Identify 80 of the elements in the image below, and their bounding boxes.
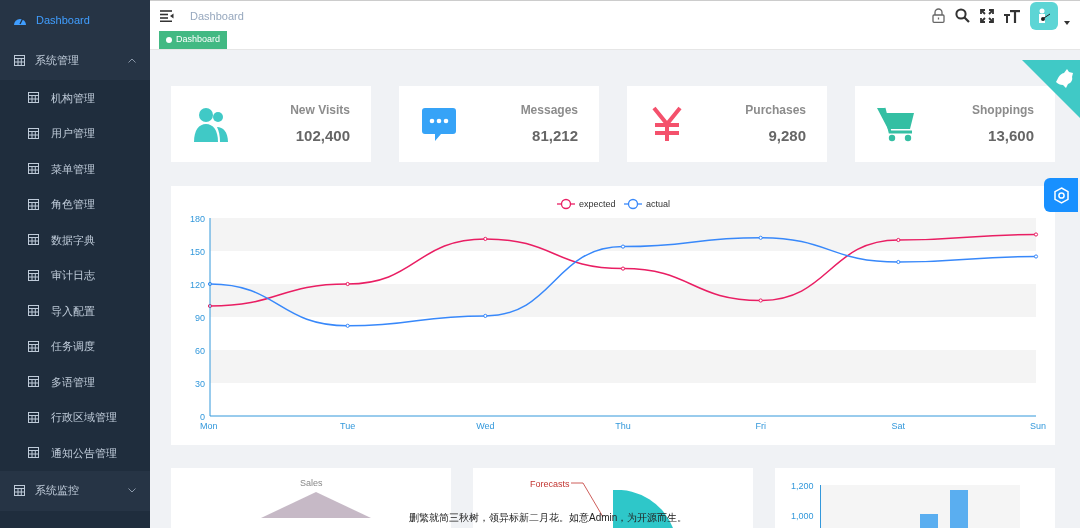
data-point [620,244,626,249]
axis-label: 1,000 [791,510,814,523]
stat-label: New Visits [290,101,350,119]
stat-label: Shoppings [972,101,1034,119]
data-point [207,303,213,309]
table-icon [28,411,39,423]
stat-card[interactable]: Shoppings 13,600 [855,86,1055,162]
tick-label: 60 [195,345,205,356]
stat-value: 13,600 [988,125,1034,146]
table-icon [28,234,39,246]
search-icon[interactable] [955,8,970,24]
lock-icon[interactable] [932,8,945,24]
table-icon [28,340,39,352]
chat-bubble-icon [421,106,457,142]
menu-group[interactable]: 系统监控 [0,470,150,511]
tick-label: 150 [189,246,205,257]
chart-title: Sales [300,477,323,490]
stat-card[interactable]: Purchases 9,280 [627,86,827,162]
data-point [483,236,488,241]
data-point [207,281,213,287]
axis-label: 1,200 [791,480,814,493]
caret-icon[interactable] [1064,20,1070,25]
tick-label: Wed [476,421,495,431]
table-icon [14,485,25,496]
menu-item[interactable]: Dashboard [0,0,150,40]
menu-icon[interactable] [160,9,174,22]
stat-label: Messages [520,101,578,119]
table-icon [28,376,39,388]
legend-label: actual [646,199,671,209]
figure-icon [1037,7,1051,24]
stat-value: 9,280 [768,125,806,146]
font-size-icon[interactable] [1004,8,1020,23]
chevron-down-icon [128,488,136,493]
tick-label: Tue [340,421,356,431]
tick-label: 120 [189,279,205,290]
data-point [345,323,350,328]
settings-button[interactable] [1044,178,1078,212]
table-icon [28,198,39,210]
stat-label: Purchases [745,101,806,119]
tick-label: Fri [755,421,766,431]
stat-card[interactable]: New Visits 102,400 [171,86,371,162]
table-icon [14,54,25,66]
chevron-up-icon [128,57,136,63]
table-icon [28,305,39,317]
data-point [896,237,901,243]
legend-marker[interactable] [556,198,576,210]
tick-label: Thu [615,421,631,431]
tick-label: 90 [195,312,205,323]
table-icon [28,127,39,139]
tick-label: Mon [200,421,218,431]
pie-label: Forecasts [530,478,570,491]
data-point [345,281,350,287]
data-point [620,266,626,271]
tick-label: 180 [189,213,205,224]
fullscreen-icon[interactable] [980,8,994,23]
legend-label: expected [579,199,616,209]
tick-label: Sun [1030,421,1046,431]
user-avatar[interactable] [1030,1,1058,30]
table-icon [28,92,39,104]
breadcrumb: Dashboard [190,8,244,24]
table-icon [28,269,39,281]
legend-marker[interactable] [623,198,643,210]
cart-icon [877,106,915,142]
data-point [483,313,488,318]
stat-value: 81,212 [532,125,578,146]
data-point [1033,254,1039,259]
data-point [896,259,901,265]
stat-value: 102,400 [295,125,350,146]
table-icon [28,447,39,459]
tick-label: 30 [195,378,205,389]
data-point [758,298,763,303]
stat-card[interactable]: Messages 81,212 [399,86,599,162]
tick-label: Sat [891,421,906,431]
people-icon [193,106,229,142]
tick-label: 0 [200,411,205,422]
data-point [758,235,763,240]
data-point [1033,232,1039,237]
menu-group[interactable]: 系统管理 [0,40,150,80]
table-icon [28,163,39,175]
settings-icon [1052,186,1070,204]
